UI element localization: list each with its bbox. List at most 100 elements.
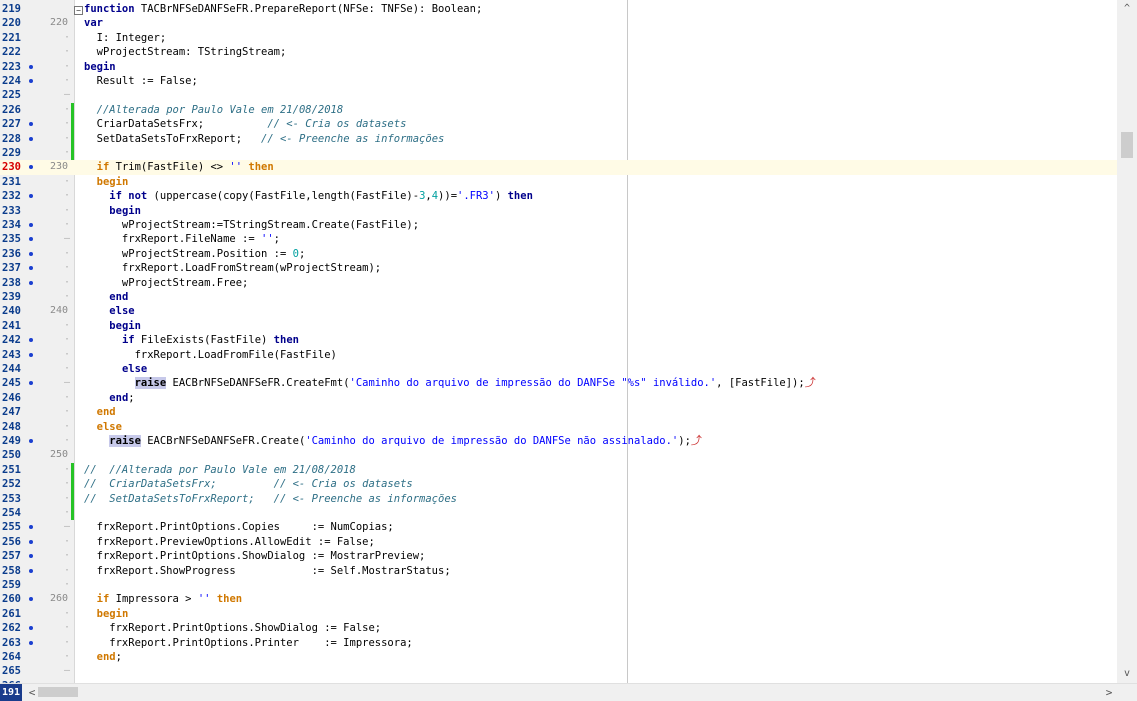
breakpoint-dot-icon[interactable] bbox=[29, 280, 33, 285]
horizontal-scroll-thumb[interactable] bbox=[38, 687, 78, 697]
line-number: 254 bbox=[2, 507, 21, 519]
code-line[interactable]: 261 · begin bbox=[0, 607, 1117, 621]
code-line[interactable]: 247 · end bbox=[0, 405, 1117, 419]
code-editor[interactable]: 219 − function TACBrNFSeDANFSeFR.PrepareRe… bbox=[0, 0, 1117, 683]
code-text: CriarDataSetsFrx; // <- Cria os datasets bbox=[84, 118, 407, 131]
code-line[interactable]: 219 − function TACBrNFSeDANFSeFR.PrepareRe… bbox=[0, 2, 1117, 16]
code-line[interactable]: 252 · // CriarDataSetsFrx; // <- Cria os d… bbox=[0, 477, 1117, 492]
code-line[interactable]: 258 · frxReport.ShowProgress := Self.Most… bbox=[0, 564, 1117, 578]
breakpoint-dot-icon[interactable] bbox=[29, 381, 33, 386]
code-line[interactable]: 222 · wProjectStream: TStringStream; bbox=[0, 45, 1117, 59]
code-line[interactable]: 233 · begin bbox=[0, 204, 1117, 218]
code-line[interactable]: 237 · frxReport.LoadFromStream(wProjectSt… bbox=[0, 261, 1117, 275]
line-number: 240 bbox=[2, 305, 21, 318]
code-line[interactable]: 234 · wProjectStream:=TStringStream.Creat… bbox=[0, 218, 1117, 232]
scroll-down-button[interactable]: v bbox=[1117, 665, 1137, 683]
code-line[interactable]: 262 · frxReport.PrintOptions.ShowDialog :… bbox=[0, 621, 1117, 635]
line-number: 255 bbox=[2, 521, 21, 534]
code-line[interactable]: 250 250 bbox=[0, 448, 1117, 462]
breakpoint-dot-icon[interactable] bbox=[29, 79, 33, 83]
code-line[interactable]: 238 · wProjectStream.Free; bbox=[0, 276, 1117, 290]
breakpoint-dot-icon[interactable] bbox=[29, 352, 33, 357]
code-line[interactable]: 226 · //Alterada por Paulo Vale em 21/08/… bbox=[0, 102, 1117, 118]
code-line[interactable]: 239 · end bbox=[0, 290, 1117, 304]
line-number: 242 bbox=[2, 334, 21, 347]
line-number: 258 bbox=[2, 564, 21, 577]
code-line[interactable]: 259 · bbox=[0, 578, 1117, 592]
breakpoint-dot-icon[interactable] bbox=[29, 338, 33, 343]
breakpoint-dot-icon[interactable] bbox=[29, 266, 33, 271]
code-line[interactable]: 251 · // //Alterada por Paulo Vale em 21/0… bbox=[0, 462, 1117, 478]
gutter-marker: · bbox=[64, 564, 71, 576]
breakpoint-dot-icon[interactable] bbox=[29, 122, 33, 127]
code-line[interactable]: 232 · if not (uppercase(copy(FastFile,len… bbox=[0, 189, 1117, 203]
code-line[interactable]: 248 · else bbox=[0, 420, 1117, 434]
code-line[interactable]: 224 · Result := False; bbox=[0, 74, 1117, 88]
code-line[interactable]: 223 · begin bbox=[0, 60, 1117, 74]
code-line[interactable]: 244 · else bbox=[0, 362, 1117, 376]
code-line[interactable]: 240 240 else bbox=[0, 304, 1117, 318]
code-line[interactable]: 254 · bbox=[0, 506, 1117, 521]
breakpoint-dot-icon[interactable] bbox=[29, 165, 33, 170]
gutter-marker: · bbox=[64, 507, 71, 518]
code-line[interactable]: 221 · I: Integer; bbox=[0, 31, 1117, 45]
code-line[interactable]: 260 260 if Impressora > '' then bbox=[0, 592, 1117, 606]
code-text: if FileExists(FastFile) then bbox=[121, 334, 299, 347]
code-line[interactable]: 236 · wProjectStream.Position := 0; bbox=[0, 247, 1117, 261]
code-text: if Trim(FastFile) <> '' then bbox=[96, 161, 274, 174]
gutter-marker: · bbox=[64, 291, 71, 302]
breakpoint-dot-icon[interactable] bbox=[29, 525, 33, 530]
code-line[interactable]: 243 · frxReport.LoadFromFile(FastFile) bbox=[0, 348, 1117, 362]
code-line[interactable]: 246 · end; bbox=[0, 391, 1117, 405]
breakpoint-dot-icon[interactable] bbox=[29, 223, 33, 227]
gutter-marker: · bbox=[64, 103, 71, 115]
breakpoint-dot-icon[interactable] bbox=[29, 64, 33, 69]
code-line[interactable]: 235 – frxReport.FileName := ''; bbox=[0, 232, 1117, 246]
breakpoint-dot-icon[interactable] bbox=[29, 640, 33, 645]
line-number: 231 bbox=[2, 175, 21, 188]
code-line[interactable]: 231 · begin bbox=[0, 175, 1117, 189]
code-line[interactable]: 220 220 var bbox=[0, 16, 1117, 30]
code-line[interactable]: 253 · // SetDataSetsToFrxReport; // <- Pre… bbox=[0, 491, 1117, 506]
vertical-scrollbar[interactable]: ^ v bbox=[1117, 0, 1137, 683]
horizontal-scrollbar[interactable]: 191 < > bbox=[0, 683, 1137, 701]
breakpoint-dot-icon[interactable] bbox=[29, 539, 33, 544]
line-number: 222 bbox=[2, 46, 21, 59]
code-line[interactable]: 263 · frxReport.PrintOptions.Printer := I… bbox=[0, 636, 1117, 650]
code-line[interactable]: 255 – frxReport.PrintOptions.Copies := Nu… bbox=[0, 520, 1117, 534]
breakpoint-dot-icon[interactable] bbox=[29, 626, 33, 631]
code-text: // //Alterada por Paulo Vale em 21/08/20… bbox=[84, 463, 356, 476]
code-line[interactable]: 230 230 if Trim(FastFile) <> '' then bbox=[0, 160, 1117, 175]
gutter-marker: · bbox=[64, 651, 71, 662]
code-line[interactable]: 228 · SetDataSetsToFrxReport; // <- Preen… bbox=[0, 131, 1117, 146]
line-number: 236 bbox=[2, 247, 21, 260]
code-line[interactable]: 264 · end; bbox=[0, 650, 1117, 664]
gutter-marker: · bbox=[64, 406, 71, 418]
code-text: begin bbox=[109, 204, 141, 217]
code-line[interactable]: 229 · bbox=[0, 146, 1117, 161]
breakpoint-dot-icon[interactable] bbox=[29, 194, 33, 199]
code-line[interactable]: 245 – raise EACBrNFSeDANFSeFR.CreateFmt('… bbox=[0, 376, 1117, 390]
code-line[interactable]: 256 · frxReport.PreviewOptions.AllowEdit … bbox=[0, 535, 1117, 549]
breakpoint-dot-icon[interactable] bbox=[29, 597, 33, 602]
code-line[interactable]: 225 – bbox=[0, 88, 1117, 102]
code-line[interactable]: 265 – bbox=[0, 664, 1117, 678]
breakpoint-dot-icon[interactable] bbox=[29, 439, 33, 443]
breakpoint-dot-icon[interactable] bbox=[29, 568, 33, 573]
breakpoint-dot-icon[interactable] bbox=[29, 554, 33, 559]
fold-toggle-icon[interactable]: − bbox=[74, 6, 83, 15]
code-text: end; bbox=[96, 651, 122, 663]
code-line[interactable]: 257 · frxReport.PrintOptions.ShowDialog :… bbox=[0, 549, 1117, 563]
code-line[interactable]: 241 · begin bbox=[0, 319, 1117, 333]
gutter-marker: · bbox=[64, 579, 71, 590]
breakpoint-dot-icon[interactable] bbox=[29, 136, 33, 141]
vertical-scroll-thumb[interactable] bbox=[1121, 132, 1133, 158]
line-number: 226 bbox=[2, 103, 21, 116]
scroll-right-button[interactable]: > bbox=[1101, 684, 1117, 701]
code-line[interactable]: 242 · if FileExists(FastFile) then bbox=[0, 333, 1117, 347]
code-line[interactable]: 249 · raise EACBrNFSeDANFSeFR.Create('Cam… bbox=[0, 434, 1117, 448]
scroll-up-button[interactable]: ^ bbox=[1117, 0, 1137, 18]
breakpoint-dot-icon[interactable] bbox=[29, 237, 33, 242]
code-line[interactable]: 227 · CriarDataSetsFrx; // <- Cria os dat… bbox=[0, 117, 1117, 132]
breakpoint-dot-icon[interactable] bbox=[29, 251, 33, 256]
